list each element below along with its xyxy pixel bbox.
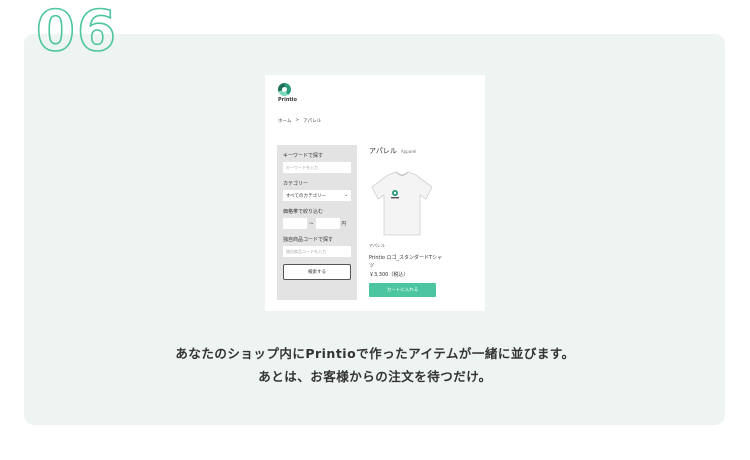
code-label: 独自商品コードで探す [283, 237, 334, 243]
price-unit: 円 [341, 221, 347, 227]
code-input[interactable]: 独自商品コードを入力 [283, 246, 351, 257]
breadcrumb-current: アパレル [303, 119, 322, 124]
caption-line-2: あとは、お客様からの注文を待つだけ。 [258, 369, 492, 384]
price-min-input[interactable] [283, 218, 307, 229]
price-range: 〜 円 [283, 218, 351, 229]
printio-logo-icon [278, 83, 291, 96]
shop-logo[interactable]: Printio [278, 83, 298, 103]
step-number: 06 [35, 0, 118, 64]
category-select-value: すべてのカテゴリー [286, 194, 327, 199]
caption-line-1: あなたのショップ内にPrintioで作ったアイテムが一緒に並びます。 [175, 346, 575, 361]
product-category: アパレル [369, 243, 385, 248]
logo-text: Printio [278, 97, 297, 103]
breadcrumb-home[interactable]: ホーム [278, 118, 291, 124]
product-name[interactable]: Printio ロゴ_スタンダードTシャツ [369, 254, 444, 270]
price-separator: 〜 [309, 221, 314, 227]
category-select[interactable]: すべてのカテゴリー ⌄ [283, 190, 351, 201]
shop-screenshot: Printio ホーム > アパレル キーワードで探す キーワードを入力 カテゴ… [265, 75, 485, 311]
stage: 06 Printio ホーム > アパレル キーワードで探す キーワードを入力 … [0, 0, 750, 460]
keyword-input[interactable]: キーワードを入力 [283, 162, 351, 173]
search-button[interactable]: 検索する [283, 264, 351, 280]
page-title-en: Apparel [400, 149, 417, 154]
breadcrumb-separator: > [295, 118, 300, 123]
search-sidebar: キーワードで探す キーワードを入力 カテゴリー すべてのカテゴリー ⌄ 価格帯で… [277, 145, 357, 300]
price-max-input[interactable] [315, 218, 340, 229]
keyword-label: キーワードで探す [283, 153, 324, 159]
chevron-down-icon: ⌄ [344, 193, 348, 198]
page-title: アパレル Apparel [369, 146, 416, 156]
breadcrumb: ホーム > アパレル [278, 118, 321, 124]
price-label: 価格帯で絞り込む [283, 209, 324, 215]
category-label: カテゴリー [283, 181, 309, 187]
add-to-cart-button[interactable]: カートに入れる [369, 283, 436, 297]
tshirt-image[interactable] [366, 169, 438, 239]
page-title-ja: アパレル [369, 147, 397, 155]
product-price: ￥3,300（税込） [369, 272, 409, 278]
